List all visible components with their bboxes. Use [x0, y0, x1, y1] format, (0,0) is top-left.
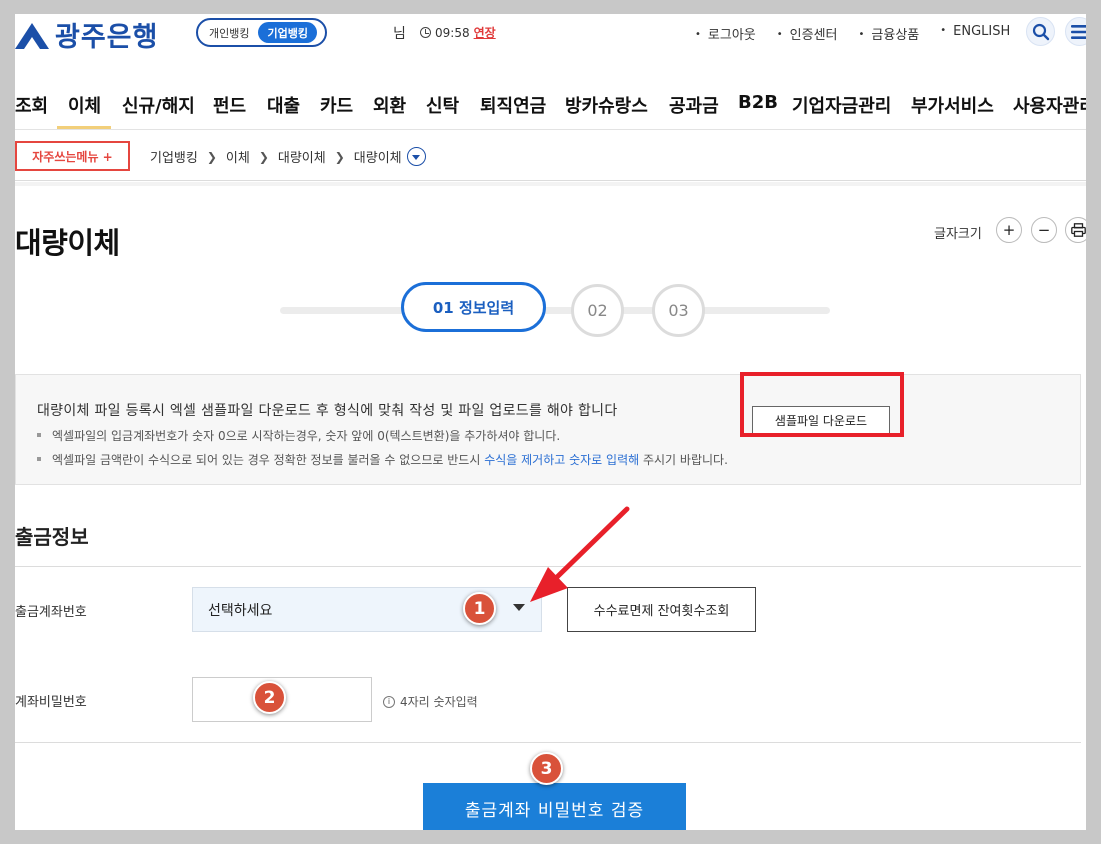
logo-mark-icon [15, 23, 49, 49]
location-bar: 자주쓰는메뉴 + 기업뱅킹 ❯ 이체 ❯ 대량이체 ❯ 대량이체 [15, 131, 1086, 181]
crumb-current: 대량이체 [353, 151, 402, 166]
gnb-utility-bills[interactable]: 공과금 [669, 92, 719, 118]
notice-sub-2-post: 주시기 바랍니다. [639, 453, 728, 467]
step-2: 02 [571, 284, 624, 337]
corporate-banking-tab[interactable]: 기업뱅킹 [258, 22, 317, 43]
search-button[interactable] [1026, 17, 1055, 46]
clock-icon [420, 27, 431, 38]
timer-value: 09:58 [435, 25, 470, 40]
password-hint-text: 4자리 숫자입력 [400, 695, 478, 709]
step-badge-2: 2 [253, 681, 286, 714]
notice-box: 대량이체 파일 등록시 엑셀 샘플파일 다운로드 후 형식에 맞춰 작성 및 파… [15, 374, 1081, 485]
products-link[interactable]: 금융상품 [859, 24, 941, 43]
font-increase-button[interactable]: + [996, 217, 1022, 243]
divider [15, 182, 1086, 186]
caret-down-icon[interactable] [513, 604, 525, 611]
notice-sub-2-emphasis: 수식을 제거하고 숫자로 입력해 [484, 453, 640, 467]
logo-text: 광주은행 [55, 21, 159, 53]
gnb-foreign-exchange[interactable]: 외환 [373, 92, 406, 118]
active-menu-indicator [57, 126, 111, 129]
step-3: 03 [652, 284, 705, 337]
gnb-user-management[interactable]: 사용자관리 [1013, 92, 1086, 118]
gnb-pension[interactable]: 퇴직연금 [480, 92, 546, 118]
step-badge-3: 3 [530, 752, 563, 785]
gnb-transfer[interactable]: 이체 [68, 92, 101, 118]
gnb-b2b[interactable]: B2B [738, 92, 778, 113]
print-button[interactable] [1065, 217, 1086, 243]
section-title: 출금정보 [15, 525, 89, 549]
info-icon: i [383, 695, 395, 708]
english-link[interactable]: ENGLISH [940, 24, 1031, 43]
banking-toggle[interactable]: 개인뱅킹 기업뱅킹 [196, 18, 327, 47]
crumb-transfer[interactable]: 이체 [226, 147, 250, 166]
all-menu-button[interactable] [1065, 17, 1086, 46]
gnb-inquiry[interactable]: 조회 [15, 92, 48, 118]
font-decrease-button[interactable]: − [1031, 217, 1057, 243]
gnb-bancassurance[interactable]: 방카슈랑스 [565, 92, 648, 118]
utility-links: 로그아웃 인증센터 금융상품 ENGLISH [695, 24, 1031, 43]
verify-password-button[interactable]: 출금계좌 비밀번호 검증 [423, 783, 686, 830]
favorite-menu-button[interactable]: 자주쓰는메뉴 + [15, 141, 130, 171]
cert-center-link[interactable]: 인증센터 [777, 24, 859, 43]
chevron-right-icon: ❯ [206, 149, 217, 164]
gnb-extra-services[interactable]: 부가서비스 [911, 92, 994, 118]
password-hint: i 4자리 숫자입력 [383, 693, 478, 710]
chevron-right-icon: ❯ [334, 149, 345, 164]
notice-sub-2-pre: 엑셀파일 금액란이 수식으로 되어 있는 경우 정확한 정보를 불러올 수 없으… [52, 453, 485, 467]
bank-logo[interactable]: 광주은행 [15, 18, 158, 53]
font-size-label: 글자크기 [934, 227, 982, 242]
highlight-box [740, 372, 904, 437]
gnb-loan[interactable]: 대출 [267, 92, 300, 118]
notice-sub-1: 엑셀파일의 입금계좌번호가 숫자 0으로 시작하는경우, 숫자 앞에 0(텍스트… [37, 427, 560, 444]
breadcrumb: 기업뱅킹 ❯ 이체 ❯ 대량이체 ❯ 대량이체 [150, 147, 426, 166]
browser-page: 광주은행 개인뱅킹 기업뱅킹 님 09:58 연장 로그아웃 인증센터 금융상품… [15, 14, 1086, 830]
gnb-fund[interactable]: 펀드 [213, 92, 246, 118]
extend-session-link[interactable]: 연장 [474, 24, 496, 41]
step-1-active: 01 정보입력 [401, 282, 546, 332]
search-icon [1032, 23, 1049, 40]
main-navigation: 조회 이체 신규/해지 펀드 대출 카드 외환 신탁 퇴직연금 방카슈랑스 공과… [15, 86, 1086, 130]
gnb-trust[interactable]: 신탁 [426, 92, 459, 118]
session-timer: 09:58 연장 [420, 24, 496, 41]
notice-main-text: 대량이체 파일 등록시 엑셀 샘플파일 다운로드 후 형식에 맞춰 작성 및 파… [37, 403, 618, 419]
personal-banking-tab[interactable]: 개인뱅킹 [200, 22, 258, 43]
gnb-card[interactable]: 카드 [320, 92, 353, 118]
print-icon [1070, 223, 1086, 237]
step-badge-1: 1 [463, 592, 496, 625]
page-title: 대량이체 [15, 226, 120, 260]
password-label: 계좌비밀번호 [15, 695, 87, 710]
gnb-new-close[interactable]: 신규/해지 [122, 92, 195, 118]
user-greeting: 님 [393, 26, 406, 42]
notice-sub-2: 엑셀파일 금액란이 수식으로 되어 있는 경우 정확한 정보를 불러올 수 없으… [37, 451, 728, 468]
crumb-dropdown-icon[interactable] [406, 147, 426, 166]
crumb-bulk-transfer[interactable]: 대량이체 [278, 147, 326, 166]
chevron-right-icon: ❯ [258, 149, 269, 164]
step-progress-line [280, 307, 830, 314]
divider [15, 566, 1081, 567]
account-label: 출금계좌번호 [15, 605, 87, 620]
crumb-corporate[interactable]: 기업뱅킹 [150, 147, 198, 166]
gnb-fund-management[interactable]: 기업자금관리 [792, 92, 891, 118]
hamburger-icon [1070, 24, 1086, 39]
logout-link[interactable]: 로그아웃 [695, 24, 777, 43]
divider [15, 742, 1081, 743]
fee-exemption-button[interactable]: 수수료면제 잔여횟수조회 [567, 587, 756, 632]
